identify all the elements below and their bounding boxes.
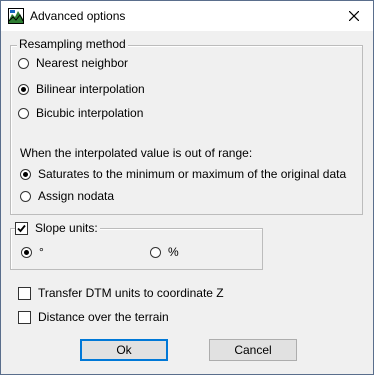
radio-button-selected[interactable] [18, 83, 29, 95]
distance-terrain-checkbox[interactable] [18, 310, 31, 324]
radio-nearest-neighbor[interactable]: Nearest neighbor [18, 55, 128, 71]
distance-terrain-label: Distance over the terrain [38, 310, 169, 324]
transfer-dtm-label: Transfer DTM units to coordinate Z [38, 286, 224, 300]
window-title: Advanced options [30, 9, 126, 23]
radio-label: Bicubic interpolation [36, 106, 144, 120]
radio-label: Assign nodata [38, 189, 115, 203]
out-of-range-label: When the interpolated value is out of ra… [20, 146, 253, 160]
radio-label: Bilinear interpolation [36, 82, 145, 96]
radio-label: Saturates to the minimum or maximum of t… [38, 167, 347, 181]
dialog-window: Advanced options Resampling method Neare… [0, 0, 374, 375]
close-button[interactable] [343, 5, 365, 27]
radio-bicubic-interpolation[interactable]: Bicubic interpolation [18, 105, 143, 121]
radio-label: % [168, 245, 179, 259]
cancel-button[interactable]: Cancel [209, 339, 297, 361]
radio-button[interactable] [18, 107, 29, 119]
radio-button[interactable] [20, 190, 31, 202]
radio-degrees[interactable]: ° [21, 244, 44, 260]
radio-percent[interactable]: % [150, 244, 179, 260]
slope-units-label: Slope units: [35, 221, 98, 235]
radio-button-selected[interactable] [21, 246, 32, 258]
radio-button-selected[interactable] [20, 168, 31, 180]
slope-units-checkbox[interactable] [15, 221, 28, 235]
checkmark-icon [17, 224, 26, 232]
radio-assign-nodata[interactable]: Assign nodata [20, 188, 114, 204]
radio-button[interactable] [18, 57, 29, 69]
resampling-group-title: Resampling method [17, 37, 128, 51]
transfer-dtm-checkbox[interactable] [18, 286, 31, 300]
dialog-body: Resampling method Nearest neighbor Bilin… [1, 31, 373, 374]
radio-saturate[interactable]: Saturates to the minimum or maximum of t… [20, 166, 346, 182]
radio-button[interactable] [150, 246, 161, 258]
slope-units-checkbox-row[interactable]: Slope units: [15, 220, 100, 236]
title-bar[interactable]: Advanced options [1, 1, 373, 31]
radio-bilinear-interpolation[interactable]: Bilinear interpolation [18, 81, 145, 97]
radio-label: Nearest neighbor [36, 56, 129, 70]
radio-label: ° [39, 245, 44, 259]
distance-terrain-checkbox-row[interactable]: Distance over the terrain [18, 309, 169, 325]
transfer-dtm-checkbox-row[interactable]: Transfer DTM units to coordinate Z [18, 285, 224, 301]
app-icon [8, 8, 24, 24]
close-icon [349, 11, 359, 21]
ok-button[interactable]: Ok [80, 339, 168, 361]
